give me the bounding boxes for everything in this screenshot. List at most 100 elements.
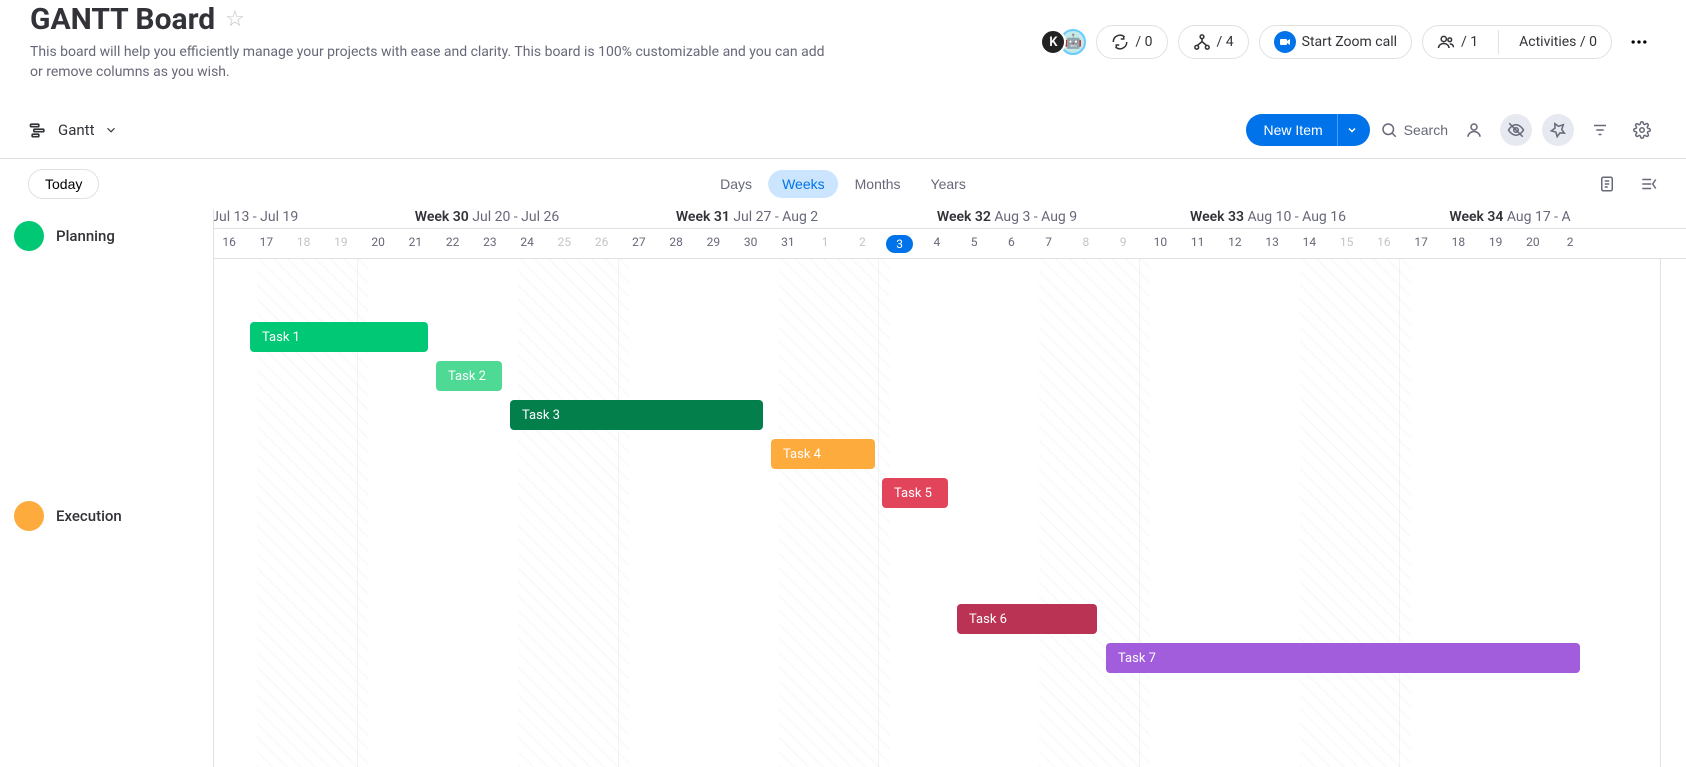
view-selector[interactable]: Gantt xyxy=(28,120,118,140)
task-bar[interactable]: Task 4 xyxy=(771,439,875,469)
members-count: / 1 xyxy=(1461,34,1478,50)
search-label: Search xyxy=(1404,122,1448,138)
day-cell: 29 xyxy=(695,235,732,249)
zoom-icon xyxy=(1274,31,1296,53)
zoom-call-button[interactable]: Start Zoom call xyxy=(1259,25,1412,59)
day-cell: 1 xyxy=(807,235,844,249)
day-header: 1011121314151617181920212223242526272829… xyxy=(0,231,1686,259)
task-bar[interactable]: Task 3 xyxy=(510,400,763,430)
week-label: Week 30 Jul 20 - Jul 26 xyxy=(415,209,559,225)
runs-count: / 0 xyxy=(1135,34,1152,50)
hierarchy-icon xyxy=(1193,33,1211,51)
notes-icon[interactable] xyxy=(1598,175,1616,193)
day-cell: 27 xyxy=(620,235,657,249)
view-label: Gantt xyxy=(58,121,94,139)
day-cell: 21 xyxy=(397,235,434,249)
group-name: Execution xyxy=(56,507,122,525)
day-cell: 7 xyxy=(1030,235,1067,249)
task-bar[interactable]: Task 6 xyxy=(957,604,1097,634)
day-cell: 25 xyxy=(546,235,583,249)
more-icon xyxy=(1629,32,1649,52)
week-label: Week 32 Aug 3 - Aug 9 xyxy=(937,209,1077,225)
pin-button[interactable] xyxy=(1542,114,1574,146)
page-title: GANTT Board xyxy=(30,2,215,37)
eye-off-icon xyxy=(1507,121,1525,139)
hierarchy-count: / 4 xyxy=(1217,34,1234,50)
search-button[interactable]: Search xyxy=(1380,121,1448,139)
day-cell: 12 xyxy=(1216,235,1253,249)
day-cell: 9 xyxy=(1105,235,1142,249)
runs-pill[interactable]: / 0 xyxy=(1096,25,1167,59)
group-color-dot xyxy=(14,501,44,531)
scale-weeks[interactable]: Weeks xyxy=(768,170,839,198)
group-header[interactable]: Execution xyxy=(14,501,122,531)
new-item-label: New Item xyxy=(1246,122,1337,138)
day-cell: 10 xyxy=(1142,235,1179,249)
day-cell: 2 xyxy=(844,235,881,249)
people-icon xyxy=(1437,33,1455,51)
day-cell: 13 xyxy=(1254,235,1291,249)
day-cell: 20 xyxy=(1514,235,1551,249)
day-cell: 17 xyxy=(1403,235,1440,249)
search-icon xyxy=(1380,121,1398,139)
day-cell: 28 xyxy=(658,235,695,249)
day-cell: 17 xyxy=(248,235,285,249)
members-activities-pill[interactable]: / 1 Activities / 0 xyxy=(1422,25,1612,59)
day-cell: 19 xyxy=(1477,235,1514,249)
weekend-stripe xyxy=(1300,259,1411,767)
day-cell: 5 xyxy=(956,235,993,249)
filter-button[interactable] xyxy=(1584,114,1616,146)
weekend-stripe xyxy=(779,259,890,767)
person-filter-button[interactable] xyxy=(1458,114,1490,146)
filter-icon xyxy=(1591,121,1609,139)
day-cell: 19 xyxy=(322,235,359,249)
day-cell: 2 xyxy=(1552,235,1589,249)
new-item-button[interactable]: New Item xyxy=(1246,114,1370,146)
star-icon[interactable]: ☆ xyxy=(225,7,245,32)
page-description: This board will help you efficiently man… xyxy=(30,43,830,82)
group-header[interactable]: Planning xyxy=(14,221,115,251)
eye-hide-button[interactable] xyxy=(1500,114,1532,146)
day-cell: 4 xyxy=(918,235,955,249)
chevron-down-icon xyxy=(104,123,118,137)
task-bar[interactable]: Task 7 xyxy=(1106,643,1580,673)
day-cell: 18 xyxy=(1440,235,1477,249)
day-cell: 20 xyxy=(360,235,397,249)
hierarchy-pill[interactable]: / 4 xyxy=(1178,25,1249,59)
gantt-grid[interactable]: Jul 12Week 29 Jul 13 - Jul 19Week 30 Jul… xyxy=(0,209,1686,767)
zoom-call-label: Start Zoom call xyxy=(1302,34,1397,50)
new-item-dropdown[interactable] xyxy=(1337,114,1370,146)
avatar-k[interactable]: K xyxy=(1040,29,1066,55)
task-bar[interactable]: Task 5 xyxy=(882,478,948,508)
person-icon xyxy=(1465,121,1483,139)
chart-area[interactable]: Task 1 Task 2 Task 3 Task 4Task 5 Task 6 Task… xyxy=(0,259,1686,767)
scale-days[interactable]: Days xyxy=(706,170,766,198)
chevron-down-icon xyxy=(1346,124,1358,136)
week-label: Week 31 Jul 27 - Aug 2 xyxy=(676,209,818,225)
week-label: Week 33 Aug 10 - Aug 16 xyxy=(1190,209,1346,225)
pill-divider xyxy=(1498,30,1499,54)
weekend-stripe xyxy=(518,259,629,767)
group-name: Planning xyxy=(56,227,115,245)
scale-years[interactable]: Years xyxy=(917,170,980,198)
activities-count: Activities / 0 xyxy=(1519,34,1597,50)
more-options-button[interactable] xyxy=(1622,25,1656,59)
task-bar[interactable]: Task 2 xyxy=(436,361,502,391)
task-bar[interactable]: Task 1 xyxy=(250,322,428,352)
collapse-icon[interactable] xyxy=(1640,175,1658,193)
weekend-stripe xyxy=(1039,259,1150,767)
group-color-dot xyxy=(14,221,44,251)
group-sidebar: Planning Execution xyxy=(0,209,214,767)
day-cell: 3 xyxy=(881,235,918,253)
pin-icon xyxy=(1549,121,1567,139)
day-cell: 22 xyxy=(434,235,471,249)
today-button[interactable]: Today xyxy=(28,169,99,199)
settings-button[interactable] xyxy=(1626,114,1658,146)
week-header: Jul 12Week 29 Jul 13 - Jul 19Week 30 Jul… xyxy=(0,209,1686,229)
day-cell: 15 xyxy=(1328,235,1365,249)
avatar-group[interactable]: K 🤖 xyxy=(1040,29,1086,55)
week-label: Week 34 Aug 17 - A xyxy=(1449,209,1570,225)
day-cell: 8 xyxy=(1067,235,1104,249)
scale-months[interactable]: Months xyxy=(841,170,915,198)
day-cell: 23 xyxy=(471,235,508,249)
